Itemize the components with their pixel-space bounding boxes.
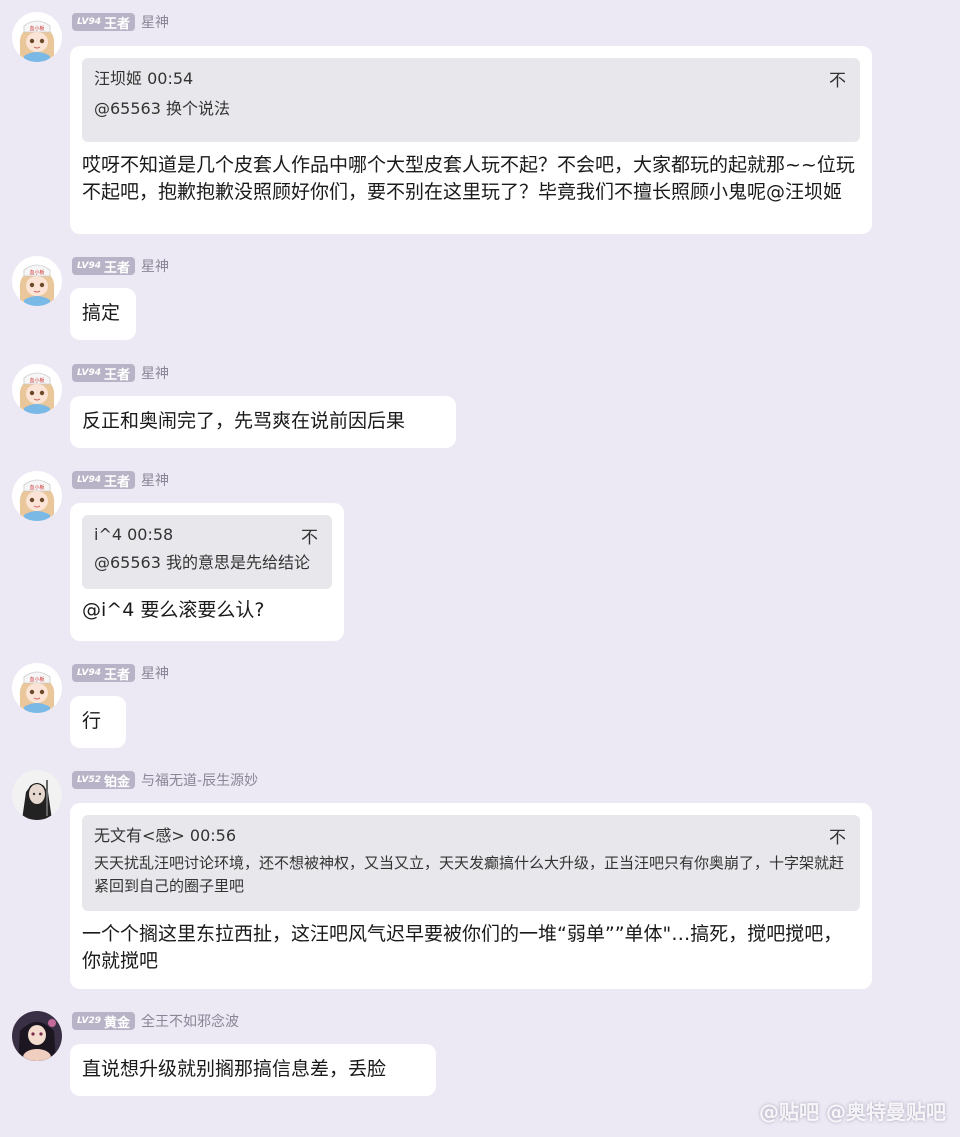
- avatar[interactable]: [12, 256, 62, 306]
- message-text: 哎呀不知道是几个皮套人作品中哪个大型皮套人玩不起？不会吧，大家都玩的起就那~~位…: [82, 154, 855, 203]
- rank-label: 王者: [104, 667, 131, 683]
- username[interactable]: 星神: [141, 663, 169, 683]
- username[interactable]: 星神: [141, 470, 169, 490]
- rank-label: 铂金: [104, 774, 131, 790]
- message-meta: LV94 王者 星神: [72, 470, 169, 490]
- quote-header: 无文有<感> 00:56: [94, 826, 237, 845]
- message-text: 行: [82, 710, 102, 732]
- message-bubble[interactable]: 反正和奥闹完了，先骂爽在说前因后果: [70, 396, 456, 448]
- username[interactable]: 星神: [141, 12, 169, 32]
- avatar[interactable]: [12, 1011, 62, 1061]
- message-text: @i^4 要么滚要么认?: [82, 599, 265, 621]
- reply-quote-icon: 不: [829, 71, 846, 91]
- username[interactable]: 星神: [141, 363, 169, 383]
- level-label: LV94: [77, 475, 101, 485]
- rank-label: 王者: [104, 474, 131, 490]
- quote-body: @65563 我的意思是先给结论: [94, 553, 310, 572]
- level-badge: LV94 王者: [72, 257, 136, 276]
- level-badge: LV94 王者: [72, 13, 136, 32]
- message-bubble[interactable]: 搞定: [70, 288, 136, 340]
- quoted-message[interactable]: 汪坝姬 00:54 @65563 换个说法 不: [82, 58, 860, 142]
- level-label: LV94: [77, 668, 101, 678]
- message-text: 搞定: [82, 302, 121, 324]
- level-badge: LV29 黄金: [72, 1012, 136, 1031]
- message-text: 直说想升级就别搁那搞信息差，丢脸: [82, 1058, 387, 1080]
- username[interactable]: 全王不如邪念波: [141, 1011, 239, 1031]
- avatar[interactable]: [12, 471, 62, 521]
- message-bubble[interactable]: 无文有<感> 00:56 天天扰乱汪吧讨论环境，还不想被神权，又当又立，天天发癫…: [70, 803, 872, 989]
- rank-label: 黄金: [104, 1015, 131, 1031]
- level-badge: LV94 王者: [72, 364, 136, 383]
- rank-label: 王者: [104, 16, 131, 32]
- rank-label: 王者: [104, 367, 131, 383]
- username[interactable]: 星神: [141, 256, 169, 276]
- message-text: 一个个搁这里东拉西扯，这汪吧风气迟早要被你们的一堆“弱单””单体"…搞死，搅吧搅…: [82, 923, 843, 972]
- avatar[interactable]: [12, 12, 62, 62]
- message-bubble[interactable]: 汪坝姬 00:54 @65563 换个说法 不 哎呀不知道是几个皮套人作品中哪个…: [70, 46, 872, 234]
- message-meta: LV52 铂金 与福无道-辰生源妙: [72, 770, 258, 790]
- message-bubble[interactable]: 直说想升级就别搁那搞信息差，丢脸: [70, 1044, 436, 1096]
- level-label: LV94: [77, 17, 101, 27]
- rank-label: 王者: [104, 260, 131, 276]
- level-badge: LV94 王者: [72, 471, 136, 490]
- message-bubble[interactable]: i^4 00:58 @65563 我的意思是先给结论 不 @i^4 要么滚要么认…: [70, 503, 344, 641]
- level-badge: LV94 王者: [72, 664, 136, 683]
- quoted-message[interactable]: i^4 00:58 @65563 我的意思是先给结论 不: [82, 515, 332, 589]
- watermark: @贴吧 @奥特曼贴吧: [759, 1100, 946, 1124]
- message-bubble[interactable]: 行: [70, 696, 126, 748]
- message-text: 反正和奥闹完了，先骂爽在说前因后果: [82, 410, 406, 432]
- level-label: LV29: [77, 1016, 101, 1026]
- message-meta: LV29 黄金 全王不如邪念波: [72, 1011, 239, 1031]
- avatar[interactable]: [12, 663, 62, 713]
- reply-quote-icon: 不: [301, 528, 318, 548]
- message-meta: LV94 王者 星神: [72, 12, 169, 32]
- username[interactable]: 与福无道-辰生源妙: [141, 770, 258, 790]
- level-label: LV94: [77, 368, 101, 378]
- quote-body: @65563 换个说法: [94, 99, 230, 118]
- quoted-message[interactable]: 无文有<感> 00:56 天天扰乱汪吧讨论环境，还不想被神权，又当又立，天天发癫…: [82, 815, 860, 911]
- level-label: LV52: [77, 775, 101, 785]
- quote-header: i^4 00:58: [94, 525, 174, 544]
- quote-header: 汪坝姬 00:54: [94, 69, 194, 88]
- level-badge: LV52 铂金: [72, 771, 136, 790]
- message-meta: LV94 王者 星神: [72, 363, 169, 383]
- avatar[interactable]: [12, 364, 62, 414]
- quote-body: 天天扰乱汪吧讨论环境，还不想被神权，又当又立，天天发癫搞什么大升级，正当汪吧只有…: [94, 854, 845, 895]
- avatar[interactable]: [12, 770, 62, 820]
- reply-quote-icon: 不: [829, 828, 846, 848]
- level-label: LV94: [77, 261, 101, 271]
- message-meta: LV94 王者 星神: [72, 256, 169, 276]
- message-meta: LV94 王者 星神: [72, 663, 169, 683]
